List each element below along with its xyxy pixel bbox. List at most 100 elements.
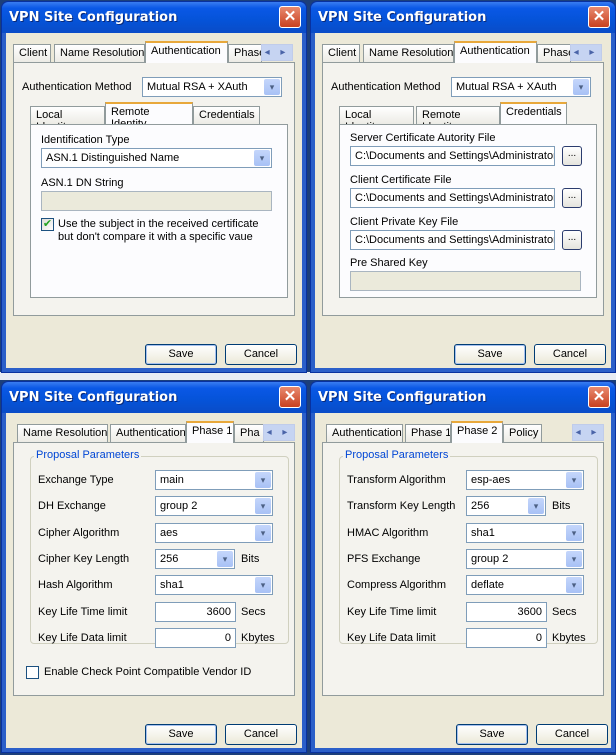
psk-input[interactable] xyxy=(350,271,581,291)
close-button[interactable]: ✕ xyxy=(279,386,301,408)
subtab-credentials[interactable]: Credentials xyxy=(193,106,260,124)
client-cert-browse-button[interactable]: ... xyxy=(562,188,582,208)
tab-client[interactable]: Client xyxy=(13,44,51,62)
hmac-algorithm-value: sha1 xyxy=(471,527,495,539)
use-subject-label-line1: Use the subject in the received certific… xyxy=(58,218,259,230)
key-life-time-label: Key Life Time limit xyxy=(347,606,437,618)
tab-scroll-arrows[interactable]: ◂ ▸ xyxy=(261,44,293,61)
tab-authentication[interactable]: Authentication xyxy=(326,424,403,442)
subtab-remote-identity[interactable]: Remote Identity xyxy=(105,102,193,124)
title-bar[interactable]: VPN Site Configuration ✕ xyxy=(311,2,615,33)
cancel-button[interactable]: Cancel xyxy=(534,344,606,365)
chevron-down-icon: ▾ xyxy=(255,577,271,593)
hash-algorithm-select[interactable]: sha1 ▾ xyxy=(155,575,273,595)
hmac-algorithm-select[interactable]: sha1 ▾ xyxy=(466,523,584,543)
auth-method-select[interactable]: Mutual RSA + XAuth ▾ xyxy=(142,77,282,97)
close-button[interactable]: ✕ xyxy=(588,6,610,28)
exchange-type-select[interactable]: main ▾ xyxy=(155,470,273,490)
save-button[interactable]: Save xyxy=(456,724,528,745)
tab-phase-2[interactable]: Pha xyxy=(234,424,264,442)
tab-name-resolution[interactable]: Name Resolution xyxy=(54,44,145,62)
key-life-data-label: Key Life Data limit xyxy=(38,632,127,644)
tab-policy[interactable]: Policy xyxy=(503,424,542,442)
cancel-button[interactable]: Cancel xyxy=(536,724,608,745)
tab-phase-2[interactable]: Phase 2 xyxy=(451,421,503,443)
cancel-button[interactable]: Cancel xyxy=(225,724,297,745)
server-ca-browse-button[interactable]: ... xyxy=(562,146,582,166)
compress-algorithm-select[interactable]: deflate ▾ xyxy=(466,575,584,595)
window-title: VPN Site Configuration xyxy=(9,10,178,25)
window-title: VPN Site Configuration xyxy=(318,390,487,405)
use-subject-checkbox[interactable]: ✔ xyxy=(41,218,54,231)
save-button[interactable]: Save xyxy=(145,344,217,365)
chevron-down-icon: ▾ xyxy=(255,525,271,541)
dh-exchange-label: DH Exchange xyxy=(38,500,106,512)
dh-exchange-select[interactable]: group 2 ▾ xyxy=(155,496,273,516)
key-life-data-input[interactable]: 0 xyxy=(155,628,236,648)
cipher-key-length-unit: Bits xyxy=(241,553,260,565)
subtab-local-identity[interactable]: Local Identity xyxy=(30,106,105,124)
chevron-down-icon: ▾ xyxy=(255,498,271,514)
key-life-time-input[interactable]: 3600 xyxy=(466,602,547,622)
check-icon: ✔ xyxy=(42,218,53,230)
tab-scroll-arrows[interactable]: ◂ ▸ xyxy=(570,44,602,61)
subtab-remote-identity[interactable]: Remote Identity xyxy=(416,106,500,124)
transform-algorithm-select[interactable]: esp-aes ▾ xyxy=(466,470,584,490)
subtab-local-identity[interactable]: Local Identity xyxy=(339,106,414,124)
tab-name-resolution[interactable]: Name Resolution xyxy=(17,424,108,442)
id-type-select[interactable]: ASN.1 Distinguished Name ▾ xyxy=(41,148,272,168)
hash-algorithm-label: Hash Algorithm xyxy=(38,579,113,591)
tab-phase-1[interactable]: Phase 1 xyxy=(405,424,451,442)
vendor-id-checkbox[interactable] xyxy=(26,666,39,679)
tab-scroll-arrows[interactable]: ◂ ▸ xyxy=(572,424,604,441)
transform-key-length-label: Transform Key Length xyxy=(347,500,456,512)
tab-scroll-arrows[interactable]: ◂ ▸ xyxy=(263,424,295,441)
subtab-credentials[interactable]: Credentials xyxy=(500,102,567,124)
desktop-strip xyxy=(0,372,616,380)
save-button[interactable]: Save xyxy=(145,724,217,745)
tab-authentication[interactable]: Authentication xyxy=(454,41,537,63)
client-key-browse-button[interactable]: ... xyxy=(562,230,582,250)
tab-phase[interactable]: Phase xyxy=(228,44,262,62)
main-tabs: Client Name Resolution Authentication Ph… xyxy=(322,41,604,63)
main-tabs: Authentication Phase 1 Phase 2 Policy ◂ … xyxy=(322,421,604,443)
close-button[interactable]: ✕ xyxy=(588,386,610,408)
close-button[interactable]: ✕ xyxy=(279,6,301,28)
auth-method-select[interactable]: Mutual RSA + XAuth ▾ xyxy=(451,77,591,97)
server-ca-input[interactable]: C:\Documents and Settings\Administrator xyxy=(350,146,555,166)
tab-name-resolution[interactable]: Name Resolution xyxy=(363,44,454,62)
title-bar[interactable]: VPN Site Configuration ✕ xyxy=(311,382,615,413)
close-icon: ✕ xyxy=(283,388,297,405)
vpn-window-phase2: VPN Site Configuration ✕ Authentication … xyxy=(310,381,616,753)
pfs-exchange-label: PFS Exchange xyxy=(347,553,421,565)
title-bar[interactable]: VPN Site Configuration ✕ xyxy=(2,2,306,33)
chevron-down-icon: ▾ xyxy=(573,79,589,95)
cipher-algorithm-label: Cipher Algorithm xyxy=(38,527,120,539)
hmac-algorithm-label: HMAC Algorithm xyxy=(347,527,429,539)
psk-label: Pre Shared Key xyxy=(350,257,428,269)
key-life-time-input[interactable]: 3600 xyxy=(155,602,236,622)
dn-string-input[interactable] xyxy=(41,191,272,211)
cancel-button[interactable]: Cancel xyxy=(225,344,297,365)
tab-phase-1[interactable]: Phase 1 xyxy=(186,421,234,443)
key-life-time-unit: Secs xyxy=(552,606,577,618)
window-title: VPN Site Configuration xyxy=(9,390,178,405)
client-key-input[interactable]: C:\Documents and Settings\Administrator xyxy=(350,230,555,250)
title-bar[interactable]: VPN Site Configuration ✕ xyxy=(2,382,306,413)
tab-authentication[interactable]: Authentication xyxy=(110,424,186,442)
client-cert-input[interactable]: C:\Documents and Settings\Administrator xyxy=(350,188,555,208)
cipher-algorithm-select[interactable]: aes ▾ xyxy=(155,523,273,543)
dialog-body: Authentication Phase 1 Phase 2 Policy ◂ … xyxy=(315,413,611,748)
cipher-key-length-select[interactable]: 256 ▾ xyxy=(155,549,235,569)
save-button[interactable]: Save xyxy=(454,344,526,365)
key-life-data-input[interactable]: 0 xyxy=(466,628,547,648)
key-life-data-label: Key Life Data limit xyxy=(347,632,436,644)
client-key-label: Client Private Key File xyxy=(350,216,459,228)
use-subject-label-line2: but don't compare it with a specific vau… xyxy=(58,231,253,243)
pfs-exchange-select[interactable]: group 2 ▾ xyxy=(466,549,584,569)
tab-phase[interactable]: Phase xyxy=(537,44,571,62)
auth-method-value: Mutual RSA + XAuth xyxy=(147,81,248,93)
tab-client[interactable]: Client xyxy=(322,44,360,62)
tab-authentication[interactable]: Authentication xyxy=(145,41,228,63)
transform-key-length-select[interactable]: 256 ▾ xyxy=(466,496,546,516)
